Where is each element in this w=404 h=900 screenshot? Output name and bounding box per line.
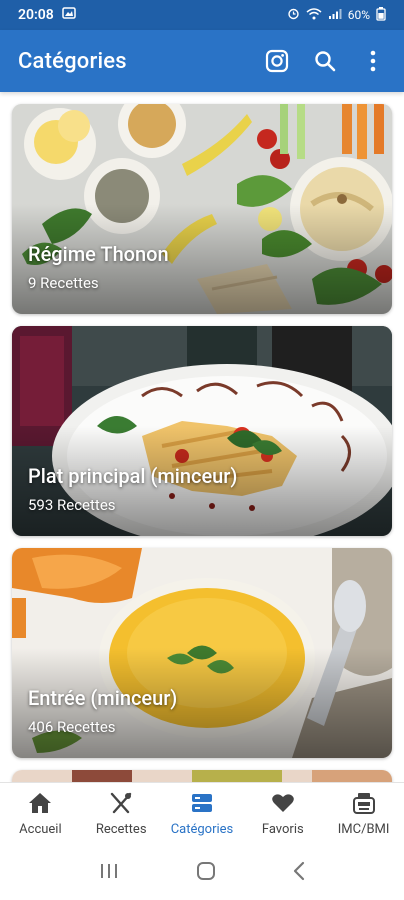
wifi-icon [306, 7, 322, 23]
nav-item-categories[interactable]: Catégories [162, 783, 243, 846]
category-card-regime-thonon[interactable]: Régime Thonon 9 Recettes [12, 104, 392, 314]
nav-item-accueil[interactable]: Accueil [0, 783, 81, 846]
page-title: Catégories [18, 48, 127, 74]
category-title: Entrée (minceur) [28, 686, 178, 710]
nav-label: IMC/BMI [337, 822, 390, 837]
nav-label: Recettes [95, 822, 147, 837]
more-options-icon[interactable] [360, 48, 386, 74]
categories-icon [190, 792, 214, 818]
bottom-navigation: Accueil Recettes Catégories Favoris IMC/… [0, 782, 404, 846]
category-count: 406 Recettes [28, 718, 116, 736]
category-title: Plat principal (minceur) [28, 464, 238, 488]
category-count: 593 Recettes [28, 496, 116, 514]
nav-label: Catégories [170, 822, 234, 837]
category-count: 9 Recettes [28, 274, 99, 292]
alarm-icon [287, 7, 300, 23]
status-bar: 20:08 60% [0, 0, 404, 30]
category-card-partial[interactable] [12, 770, 392, 782]
battery-percent: 60% [347, 8, 370, 22]
category-card-entree[interactable]: Entrée (minceur) 406 Recettes [12, 548, 392, 758]
recent-apps-icon[interactable] [98, 862, 120, 884]
nav-label: Favoris [261, 822, 304, 837]
battery-icon [376, 6, 386, 24]
home-button-icon[interactable] [195, 860, 217, 886]
nav-item-favoris[interactable]: Favoris [242, 783, 323, 846]
signal-icon [328, 8, 342, 23]
nav-item-recettes[interactable]: Recettes [81, 783, 162, 846]
utensils-icon [109, 792, 133, 818]
search-icon[interactable] [312, 48, 338, 74]
nav-item-imc-bmi[interactable]: IMC/BMI [323, 783, 404, 846]
category-image-partial [12, 770, 392, 782]
home-icon [28, 792, 52, 818]
status-time: 20:08 [18, 7, 54, 23]
gallery-notification-icon [62, 6, 76, 24]
nav-label: Accueil [19, 822, 62, 837]
scale-icon [352, 792, 376, 818]
category-card-plat-principal[interactable]: Plat principal (minceur) 593 Recettes [12, 326, 392, 536]
heart-icon [271, 792, 295, 818]
category-title: Régime Thonon [28, 242, 169, 266]
back-icon[interactable] [292, 860, 306, 886]
system-navigation [0, 846, 404, 900]
categories-list: Régime Thonon 9 Recettes Plat principal … [0, 92, 404, 782]
app-bar: Catégories [0, 30, 404, 92]
instagram-icon[interactable] [264, 48, 290, 74]
